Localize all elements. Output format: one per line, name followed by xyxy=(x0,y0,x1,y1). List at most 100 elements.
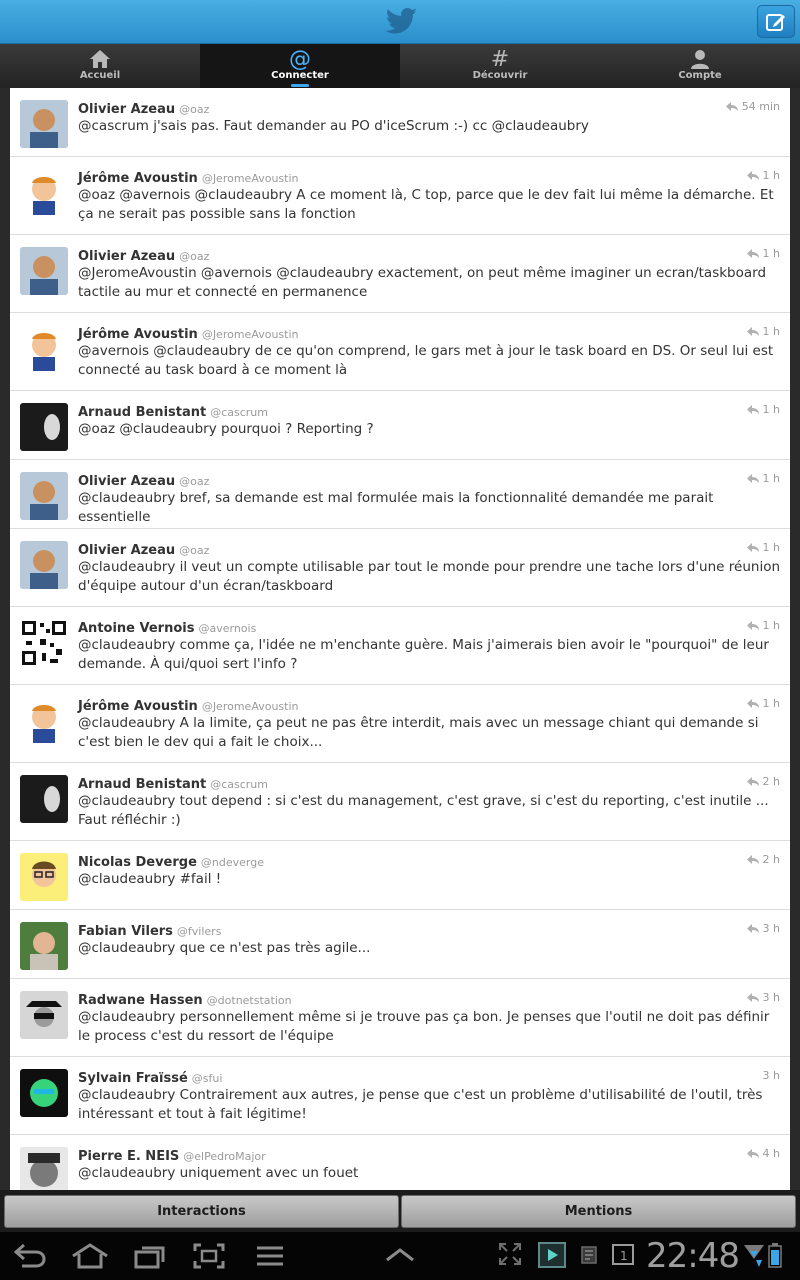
tweet-author[interactable]: Antoine Vernois xyxy=(78,621,194,636)
tweet-time: 3 h xyxy=(762,991,780,1004)
tweet-author[interactable]: Olivier Azeau xyxy=(78,249,175,264)
tweet-item[interactable]: Olivier Azeau @oaz 1 h @claudeaubry il ve… xyxy=(10,529,790,607)
avatar xyxy=(20,472,68,520)
mentions-button[interactable]: Mentions xyxy=(401,1195,796,1228)
main-tabs: Accueil @ Connecter # Découvrir Compte xyxy=(0,44,800,88)
tweet-time: 3 h xyxy=(762,922,780,935)
tab-compte[interactable]: Compte xyxy=(600,44,800,88)
reply-icon xyxy=(746,1149,759,1158)
tweet-text: @oaz @avernois @claudeaubry A ce moment … xyxy=(78,187,774,222)
tweet-text: @claudeaubry A la limite, ça peut ne pas… xyxy=(78,715,759,750)
tweet-time: 1 h xyxy=(762,619,780,632)
tweet-author[interactable]: Pierre E. NEIS xyxy=(78,1149,179,1164)
back-icon[interactable] xyxy=(12,1242,48,1270)
tweet-item[interactable]: Fabian Vilers @fvilers 3 h @claudeaubry q… xyxy=(10,910,790,979)
tweet-item[interactable]: Pierre E. NEIS @elPedroMajor 4 h @claudea… xyxy=(10,1135,790,1190)
sync-notification-icon xyxy=(581,1246,597,1264)
tweet-author[interactable]: Jérôme Avoustin xyxy=(78,327,198,342)
tweet-time: 1 h xyxy=(762,541,780,554)
reply-icon xyxy=(746,993,759,1002)
recent-apps-icon[interactable] xyxy=(132,1242,168,1270)
avatar xyxy=(20,619,68,667)
avatar xyxy=(20,697,68,745)
wifi-icon xyxy=(744,1245,764,1267)
tweet-text: @claudeaubry #fail ! xyxy=(78,871,222,887)
tweet-item[interactable]: Jérôme Avoustin @JeromeAvoustin 1 h @oaz … xyxy=(10,157,790,235)
tab-label: Découvrir xyxy=(472,70,528,81)
tweet-item[interactable]: Jérôme Avoustin @JeromeAvoustin 1 h @clau… xyxy=(10,685,790,763)
interactions-button[interactable]: Interactions xyxy=(4,1195,399,1228)
tweet-author[interactable]: Arnaud Benistant xyxy=(78,777,206,792)
tweet-author[interactable]: Olivier Azeau xyxy=(78,102,175,117)
home-button-icon[interactable] xyxy=(70,1242,110,1270)
avatar xyxy=(20,169,68,217)
avatar xyxy=(20,1147,68,1190)
tweet-item[interactable]: Olivier Azeau @oaz 1 h @JeromeAvoustin @a… xyxy=(10,235,790,313)
reply-icon xyxy=(746,855,759,864)
reply-icon xyxy=(746,474,759,483)
tweet-text: @claudeaubry bref, sa demande est mal fo… xyxy=(78,490,714,525)
tweet-text: @claudeaubry personnellement même si je … xyxy=(78,1009,770,1044)
tweet-author[interactable]: Nicolas Deverge xyxy=(78,855,197,870)
tab-accueil[interactable]: Accueil xyxy=(0,44,200,88)
tweet-author[interactable]: Jérôme Avoustin xyxy=(78,171,198,186)
reply-icon xyxy=(746,777,759,786)
reply-icon xyxy=(746,249,759,258)
tweet-handle: @JeromeAvoustin xyxy=(201,328,299,341)
tweet-author[interactable]: Jérôme Avoustin xyxy=(78,699,198,714)
home-icon xyxy=(88,48,112,70)
tweet-handle: @oaz xyxy=(179,475,210,488)
tweet-item[interactable]: Nicolas Deverge @ndeverge 2 h @claudeaubr… xyxy=(10,841,790,910)
tweet-item[interactable]: Jérôme Avoustin @JeromeAvoustin 1 h @aver… xyxy=(10,313,790,391)
screenshot-icon[interactable] xyxy=(192,1242,226,1270)
tweet-item[interactable]: Olivier Azeau @oaz 1 h @claudeaubry bref,… xyxy=(10,460,790,529)
tweet-handle: @JeromeAvoustin xyxy=(201,700,299,713)
expand-icon xyxy=(499,1243,521,1265)
tweet-item[interactable]: Antoine Vernois @avernois 1 h @claudeaubr… xyxy=(10,607,790,685)
tweet-item[interactable]: Arnaud Benistant @cascrum 1 h @oaz @claud… xyxy=(10,391,790,460)
avatar xyxy=(20,403,68,451)
tweet-item[interactable]: Radwane Hassen @dotnetstation 3 h @claude… xyxy=(10,979,790,1057)
reply-icon xyxy=(746,405,759,414)
at-icon: @ xyxy=(289,46,311,72)
tab-label: Compte xyxy=(678,70,722,81)
tweet-handle: @sfui xyxy=(191,1072,223,1085)
tweet-time: 1 h xyxy=(762,169,780,182)
avatar xyxy=(20,991,68,1039)
tweet-author[interactable]: Olivier Azeau xyxy=(78,543,175,558)
tweet-handle: @avernois xyxy=(198,622,257,635)
tweet-time: 2 h xyxy=(762,775,780,788)
tweet-text: @claudeaubry Contrairement aux autres, j… xyxy=(78,1087,763,1122)
tweet-handle: @cascrum xyxy=(210,778,268,791)
tweet-list[interactable]: Olivier Azeau @oaz 54 min @cascrum j'sais… xyxy=(10,88,790,1190)
tweet-author[interactable]: Radwane Hassen xyxy=(78,993,203,1008)
tweet-text: @claudeaubry il veut un compte utilisabl… xyxy=(78,559,781,594)
person-icon xyxy=(689,48,711,70)
connect-filter-bar: Interactions Mentions xyxy=(0,1190,800,1232)
tweet-handle: @dotnetstation xyxy=(206,994,292,1007)
tweet-item[interactable]: Olivier Azeau @oaz 54 min @cascrum j'sais… xyxy=(10,88,790,157)
tweet-time: 1 h xyxy=(762,325,780,338)
avatar xyxy=(20,247,68,295)
tweet-handle: @ndeverge xyxy=(200,856,264,869)
avatar xyxy=(20,100,68,148)
reply-icon xyxy=(746,171,759,180)
avatar xyxy=(20,541,68,589)
menu-icon[interactable] xyxy=(254,1242,286,1270)
tweet-time: 3 h xyxy=(762,1069,780,1082)
tweet-item[interactable]: Sylvain Fraïssé @sfui 3 h @claudeaubry Co… xyxy=(10,1057,790,1135)
tab-connecter[interactable]: @ Connecter xyxy=(200,44,400,88)
tweet-author[interactable]: Arnaud Benistant xyxy=(78,405,206,420)
tab-decouvrir[interactable]: # Découvrir xyxy=(400,44,600,88)
system-navigation-bar: 1 22:48 xyxy=(0,1232,800,1280)
hash-icon: # xyxy=(490,46,510,72)
tweet-text: @JeromeAvoustin @avernois @claudeaubry e… xyxy=(78,265,767,300)
media-notification-icon xyxy=(538,1242,566,1268)
chevron-up-icon[interactable] xyxy=(384,1242,416,1270)
tweet-author[interactable]: Olivier Azeau xyxy=(78,474,175,489)
tweet-author[interactable]: Sylvain Fraïssé xyxy=(78,1071,188,1086)
tweet-time: 1 h xyxy=(762,403,780,416)
tweet-item[interactable]: Arnaud Benistant @cascrum 2 h @claudeaubr… xyxy=(10,763,790,841)
compose-button[interactable] xyxy=(757,5,795,38)
tweet-author[interactable]: Fabian Vilers xyxy=(78,924,173,939)
